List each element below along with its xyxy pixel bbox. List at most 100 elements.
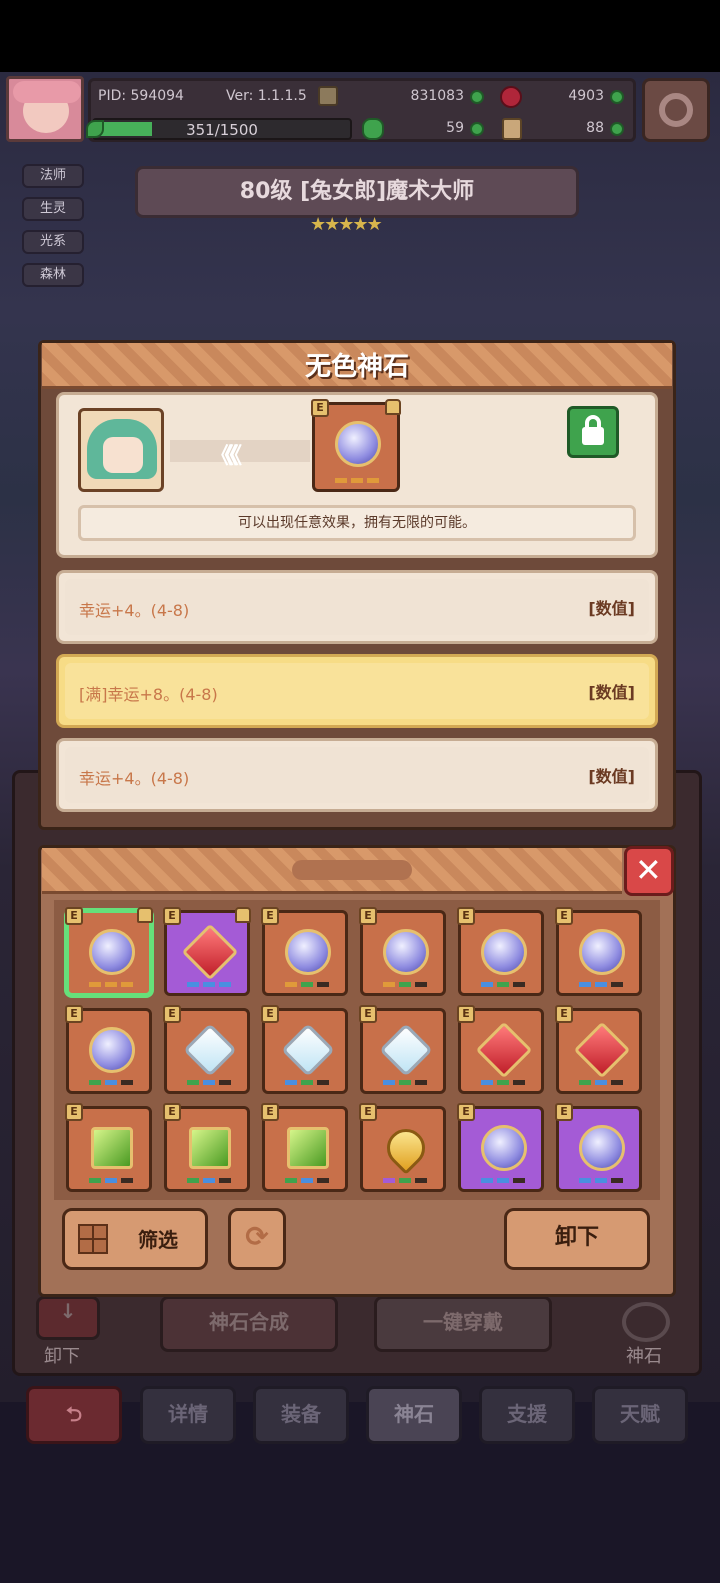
- tag-race: 生灵: [22, 197, 84, 221]
- diamond-gem-icon: [281, 1023, 335, 1077]
- equipped-badge: E: [555, 907, 573, 925]
- equipped-badge: E: [359, 1103, 377, 1121]
- equipped-badge: E: [457, 907, 475, 925]
- affix-row[interactable]: 幸运+4。(4-8) [数值]: [56, 738, 658, 812]
- clover-icon: [362, 118, 384, 140]
- nav-support[interactable]: 支援: [479, 1386, 575, 1444]
- colorless-gem-icon: [335, 421, 381, 467]
- avatar-hair: [13, 81, 81, 103]
- stone-slot[interactable]: E: [555, 1005, 642, 1094]
- colorless-gem-icon: [481, 929, 527, 975]
- lock-button[interactable]: [567, 406, 619, 458]
- notes-icon[interactable]: [318, 86, 338, 106]
- stone-slot[interactable]: E: [359, 1005, 446, 1094]
- stone-slot[interactable]: E: [65, 1103, 152, 1192]
- character-portrait: [78, 408, 164, 492]
- add-gem-icon[interactable]: [610, 90, 624, 104]
- close-button[interactable]: ✕: [624, 846, 674, 896]
- equipped-badge: E: [163, 1005, 181, 1023]
- equipped-badge: E: [457, 1103, 475, 1121]
- stone-detail-title: 无色神石: [304, 352, 409, 382]
- stone-slot[interactable]: E: [457, 1005, 544, 1094]
- stone-slot[interactable]: E: [65, 1005, 152, 1094]
- stone-slot[interactable]: E: [555, 1103, 642, 1192]
- stone-slot[interactable]: E: [261, 1103, 348, 1192]
- screen: { "header": { "pid": "PID: 594094", "ver…: [0, 0, 720, 1583]
- nav-talent[interactable]: 天赋: [592, 1386, 688, 1444]
- equipped-badge: E: [555, 1103, 573, 1121]
- colorless-gem-icon: [89, 929, 135, 975]
- equipped-badge: E: [261, 1005, 279, 1023]
- stone-slot[interactable]: E: [457, 1103, 544, 1192]
- equipped-badge: E: [359, 907, 377, 925]
- stone-slot[interactable]: E: [261, 1005, 348, 1094]
- equipped-badge: E: [65, 907, 83, 925]
- colorless-gem-icon: [579, 929, 625, 975]
- grid-icon: [78, 1224, 108, 1254]
- player-id: PID: 594094: [98, 88, 184, 104]
- close-icon: ✕: [635, 851, 662, 889]
- stone-slot[interactable]: E: [359, 1103, 446, 1192]
- refresh-icon: ⟳: [245, 1220, 269, 1253]
- add-ticket-icon[interactable]: [610, 122, 624, 136]
- add-gold-icon[interactable]: [470, 90, 484, 104]
- nav-equipment[interactable]: 装备: [253, 1386, 349, 1444]
- stone-slot[interactable]: E: [261, 907, 348, 996]
- affix-text: 幸运+4。(4-8): [79, 769, 190, 788]
- colorless-gem-icon: [89, 1027, 135, 1073]
- status-bar-area: [0, 0, 720, 72]
- star-rating: ★★★★★: [310, 214, 383, 235]
- stone-slot[interactable]: E: [163, 1103, 250, 1192]
- stone-synthesis-button[interactable]: 神石合成: [160, 1296, 338, 1352]
- unload-button[interactable]: 卸下: [504, 1208, 650, 1270]
- peridot-gem-icon: [189, 1127, 231, 1169]
- equipped-badge: E: [163, 907, 181, 925]
- ruby-gem-icon: [573, 1021, 631, 1079]
- ticket-icon: [502, 118, 522, 140]
- filter-label: 筛选: [138, 1228, 178, 1252]
- nav-details[interactable]: 详情: [140, 1386, 236, 1444]
- stone-slot[interactable]: E: [457, 907, 544, 996]
- stone-slot[interactable]: E: [163, 907, 251, 996]
- refresh-button[interactable]: ⟳: [228, 1208, 286, 1270]
- tag-element: 光系: [22, 230, 84, 254]
- stone-slot[interactable]: E: [555, 907, 642, 996]
- add-clover-icon[interactable]: [470, 122, 484, 136]
- back-button[interactable]: ⮌: [26, 1386, 122, 1444]
- settings-button[interactable]: [642, 78, 710, 142]
- equipped-badge: E: [65, 1103, 83, 1121]
- equipped-badge: E: [65, 1005, 83, 1023]
- transfer-arrows-track: [170, 440, 310, 462]
- lock-badge-icon: [385, 399, 401, 415]
- affix-row-max[interactable]: [满]幸运+8。(4-8) [数值]: [56, 654, 658, 728]
- under-stone-label: 神石: [626, 1346, 662, 1367]
- equip-all-button[interactable]: 一键穿戴: [374, 1296, 552, 1352]
- stone-slot[interactable]: E: [65, 907, 153, 996]
- xp-bar: 351/1500: [92, 118, 352, 140]
- gold-amount: 831083: [410, 88, 464, 104]
- gear-icon: [659, 93, 693, 127]
- hero-title: 80级 [兔女郎]魔术大师: [135, 166, 579, 218]
- lock-badge-icon: [235, 907, 251, 923]
- nav-stones[interactable]: 神石: [366, 1386, 462, 1444]
- pip: [335, 478, 347, 483]
- clover-amount: 59: [446, 120, 464, 136]
- affix-tag: [数值]: [588, 767, 635, 786]
- stone-slot[interactable]: E: [359, 907, 446, 996]
- equipped-badge: E: [163, 1103, 181, 1121]
- affix-tag: [数值]: [588, 599, 635, 618]
- colorless-gem-icon: [383, 929, 429, 975]
- colorless-gem-icon: [481, 1125, 527, 1171]
- equipped-badge: E: [555, 1005, 573, 1023]
- leaf-icon: [86, 120, 104, 138]
- player-avatar[interactable]: [6, 76, 84, 142]
- affix-row[interactable]: 幸运+4。(4-8) [数值]: [56, 570, 658, 644]
- lock-shackle-icon: [585, 415, 601, 431]
- stone-slot[interactable]: E: [163, 1005, 250, 1094]
- pip: [351, 478, 363, 483]
- ticket-amount: 88: [586, 120, 604, 136]
- stone-tab-icon: [622, 1302, 670, 1342]
- under-unload-icon: ↓: [36, 1296, 100, 1340]
- equipped-badge: E: [457, 1005, 475, 1023]
- tag-faction: 森林: [22, 263, 84, 287]
